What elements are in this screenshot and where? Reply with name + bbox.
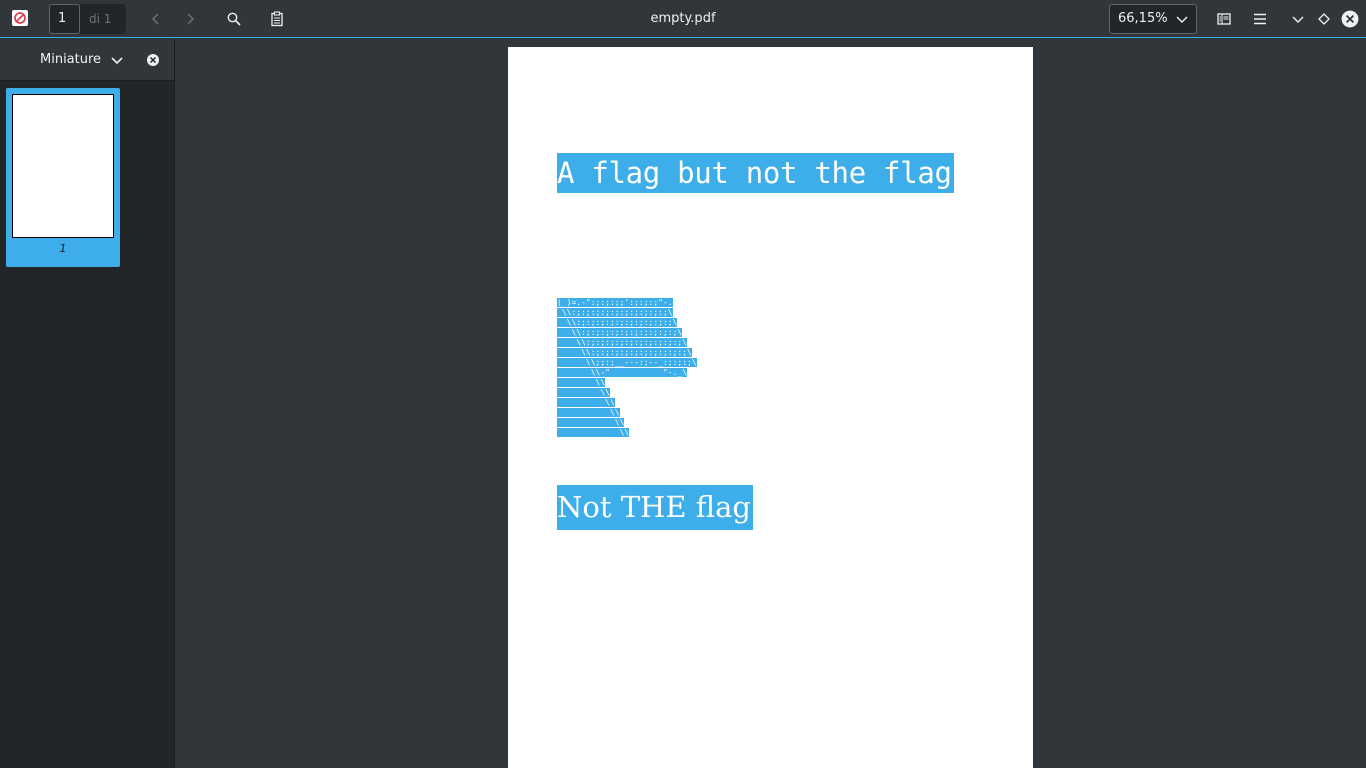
zoom-value: 66,15% [1118,11,1168,26]
main-toolbar: 1 di 1 empty.pdf 66,15% [0,0,1366,38]
ascii-flag-line: ( )=.-":;:;:;;':;:;:;"-. [557,298,673,307]
ascii-flag-line: \\ [557,398,615,407]
search-icon [227,12,241,26]
chevron-down-icon [1292,16,1304,23]
ascii-flag-line: \\ [557,428,630,437]
thumbnails-sidebar: Miniature 1 [0,39,175,768]
menu-button[interactable] [1248,7,1272,31]
diamond-icon [1318,13,1330,25]
minimize-button[interactable] [1286,7,1310,31]
sidebar-header: Miniature [0,39,174,81]
ascii-flag-line: \\-" "-._\ [557,368,688,377]
ascii-flag-line: \\:;:;:;:;:;:;:;:;:;:;\ [557,308,673,317]
chevron-left-icon [152,13,159,25]
next-page-button[interactable] [178,7,202,31]
search-button[interactable] [222,7,246,31]
document-title: empty.pdf [650,11,716,26]
sidebar-icon [1217,13,1231,25]
page-count-label: di 1 [80,4,126,34]
maximize-button[interactable] [1312,7,1336,31]
hamburger-menu-icon [1254,13,1266,25]
page-number-input[interactable]: 1 [49,4,80,34]
ascii-flag-line: \\ [557,408,620,417]
clipboard-icon [271,11,283,27]
ascii-flag-line: \\:;:;:;:;:;:;:;:;:;:;\ [557,348,692,357]
ascii-flag-art: ( )=.-":;:;:;;':;:;:;"-. \\:;:;:;:;:;:;:… [557,298,697,438]
close-window-button[interactable] [1338,7,1362,31]
ascii-flag-line: \\ [557,388,610,397]
ascii-flag-line: \\ [557,418,625,427]
chevron-right-icon [187,13,194,25]
annotations-button[interactable] [265,7,289,31]
chevron-down-icon[interactable] [109,52,125,68]
document-caption: Not THE flag [557,485,753,530]
sidebar-title[interactable]: Miniature [40,39,101,81]
thumbnail-page-number: 1 [59,242,67,255]
ascii-flag-line: \\:;:;:;:;:;:;:;:;:;:;\ [557,338,688,347]
ascii-flag-line: \\;;:;__---:;--_:;:;:;\ [557,358,697,367]
document-view[interactable]: A flag but not the flag ( )=.-":;:;:;;':… [175,39,1366,768]
ascii-flag-line: \\:;:;:;:;:;:;:;:;:;:;\ [557,318,678,327]
chevron-down-icon [1176,16,1188,23]
close-icon [1341,10,1359,28]
ascii-flag-line: \\ [557,378,606,387]
thumbnail-preview [12,94,114,238]
pdf-page[interactable]: A flag but not the flag ( )=.-":;:;:;;':… [508,47,1033,768]
ascii-flag-line: \\:;:;:;:;:;:;:;:;:;:;\ [557,328,683,337]
zoom-select[interactable]: 66,15% [1109,4,1197,34]
document-heading: A flag but not the flag [557,153,954,193]
okular-app-icon [12,10,28,26]
previous-page-button[interactable] [144,7,168,31]
close-sidebar-icon[interactable] [145,52,161,68]
page-thumbnail[interactable]: 1 [6,88,120,267]
toggle-sidebar-button[interactable] [1212,7,1236,31]
